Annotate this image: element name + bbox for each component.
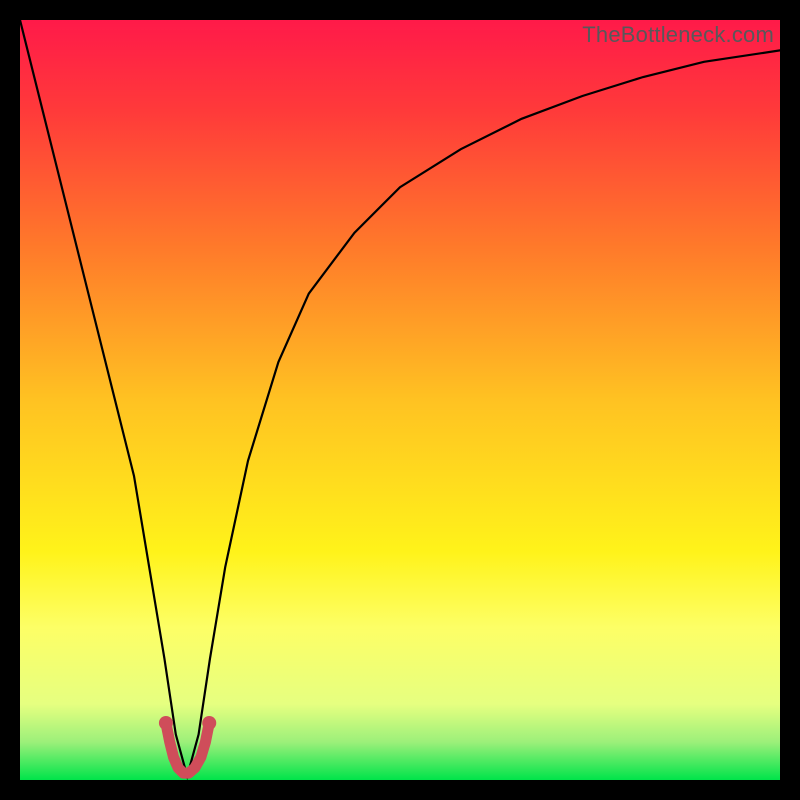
gradient-background bbox=[20, 20, 780, 780]
optimal-marker-dot bbox=[159, 716, 173, 730]
chart-frame: TheBottleneck.com bbox=[20, 20, 780, 780]
bottleneck-chart bbox=[20, 20, 780, 780]
watermark-text: TheBottleneck.com bbox=[582, 22, 774, 48]
optimal-marker-dot bbox=[202, 716, 216, 730]
